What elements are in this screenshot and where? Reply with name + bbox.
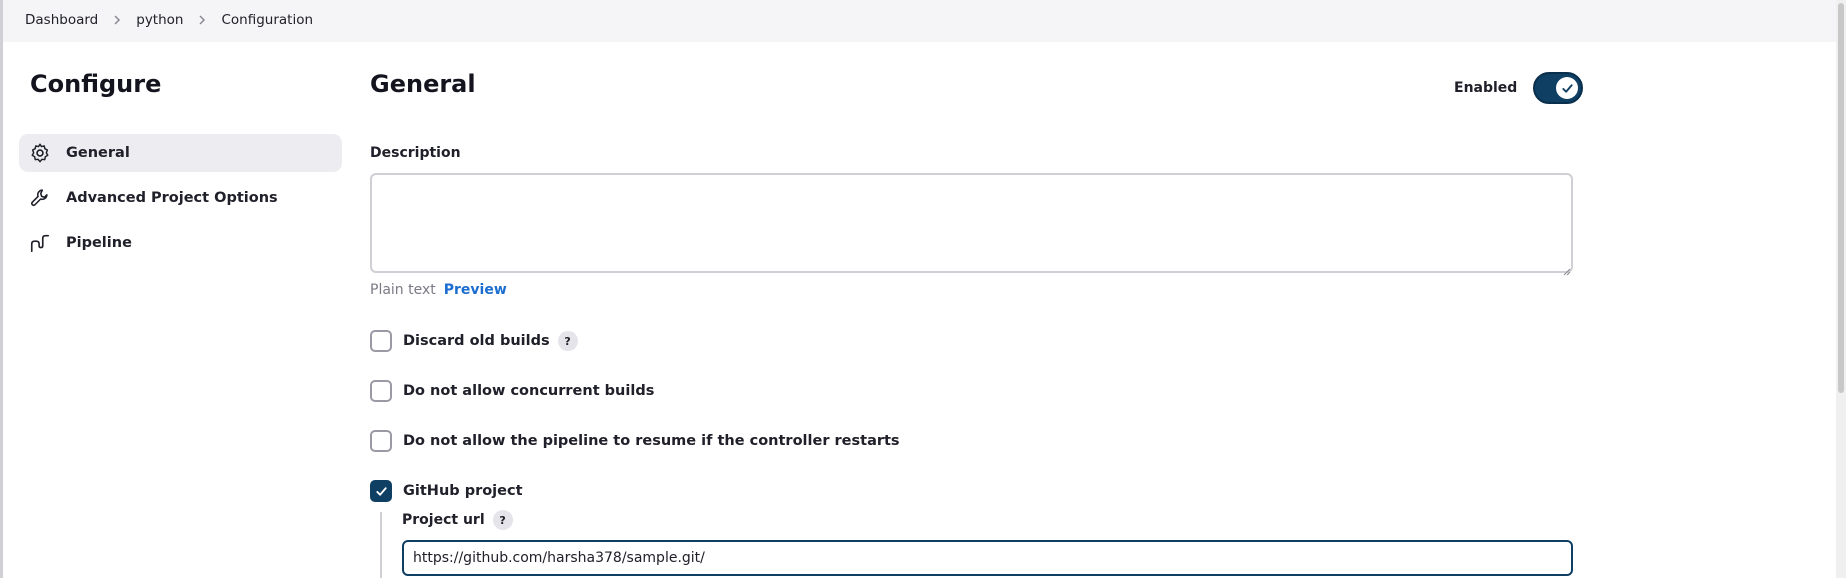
sidebar-item-general[interactable]: General <box>19 134 342 172</box>
option-no-resume: Do not allow the pipeline to resume if t… <box>370 430 900 452</box>
scrollbar-thumb[interactable] <box>1838 3 1844 393</box>
description-label: Description <box>370 145 461 161</box>
option-no-concurrent-builds: Do not allow concurrent builds <box>370 380 654 402</box>
preview-link[interactable]: Preview <box>444 282 507 298</box>
option-label[interactable]: Do not allow concurrent builds <box>403 383 654 399</box>
wrench-icon <box>29 187 51 209</box>
project-url-label: Project url <box>402 512 485 528</box>
help-icon[interactable]: ? <box>492 510 513 530</box>
page-title: General <box>370 70 476 98</box>
chevron-right-icon <box>100 14 134 26</box>
no-resume-checkbox[interactable] <box>370 430 392 452</box>
project-url-label-row: Project url ? <box>402 510 513 530</box>
chevron-right-icon <box>185 14 219 26</box>
sidebar-item-advanced-project-options[interactable]: Advanced Project Options <box>19 179 342 217</box>
pipeline-icon <box>29 232 51 254</box>
description-textarea[interactable] <box>370 173 1573 273</box>
breadcrumb-configuration[interactable]: Configuration <box>219 12 315 28</box>
left-edge-divider <box>0 42 3 578</box>
option-label[interactable]: GitHub project <box>403 483 523 499</box>
enabled-control: Enabled <box>1454 72 1584 104</box>
option-github-project: GitHub project <box>370 480 523 502</box>
option-discard-old-builds: Discard old builds ? <box>370 330 578 352</box>
sidebar-item-label: Advanced Project Options <box>66 190 278 206</box>
markup-formatter: Plain text Preview <box>370 282 507 298</box>
plain-text-label: Plain text <box>370 282 436 298</box>
sidebar-item-label: General <box>66 145 130 161</box>
check-icon <box>375 486 387 496</box>
option-label[interactable]: Do not allow the pipeline to resume if t… <box>403 433 900 449</box>
sidebar-item-label: Pipeline <box>66 235 132 251</box>
check-icon <box>1556 77 1579 99</box>
project-url-input[interactable]: https://github.com/harsha378/sample.git/ <box>402 540 1573 576</box>
enabled-toggle[interactable] <box>1533 72 1584 104</box>
gear-icon <box>29 142 51 164</box>
enabled-label: Enabled <box>1454 80 1518 96</box>
top-bar: Dashboard python Configuration <box>0 0 1846 42</box>
breadcrumb-dashboard[interactable]: Dashboard <box>23 12 100 28</box>
option-label[interactable]: Discard old builds <box>403 333 550 349</box>
resize-grip-icon[interactable] <box>1561 261 1571 276</box>
breadcrumb-python[interactable]: python <box>134 12 185 28</box>
discard-old-builds-checkbox[interactable] <box>370 330 392 352</box>
sidebar-item-pipeline[interactable]: Pipeline <box>19 224 342 262</box>
breadcrumb: Dashboard python Configuration <box>23 10 315 30</box>
sidebar-title: Configure <box>30 70 162 98</box>
vertical-scrollbar[interactable] <box>1836 0 1846 578</box>
github-project-checkbox[interactable] <box>370 480 392 502</box>
nested-section-divider <box>380 512 382 578</box>
help-icon[interactable]: ? <box>557 331 578 351</box>
no-concurrent-builds-checkbox[interactable] <box>370 380 392 402</box>
